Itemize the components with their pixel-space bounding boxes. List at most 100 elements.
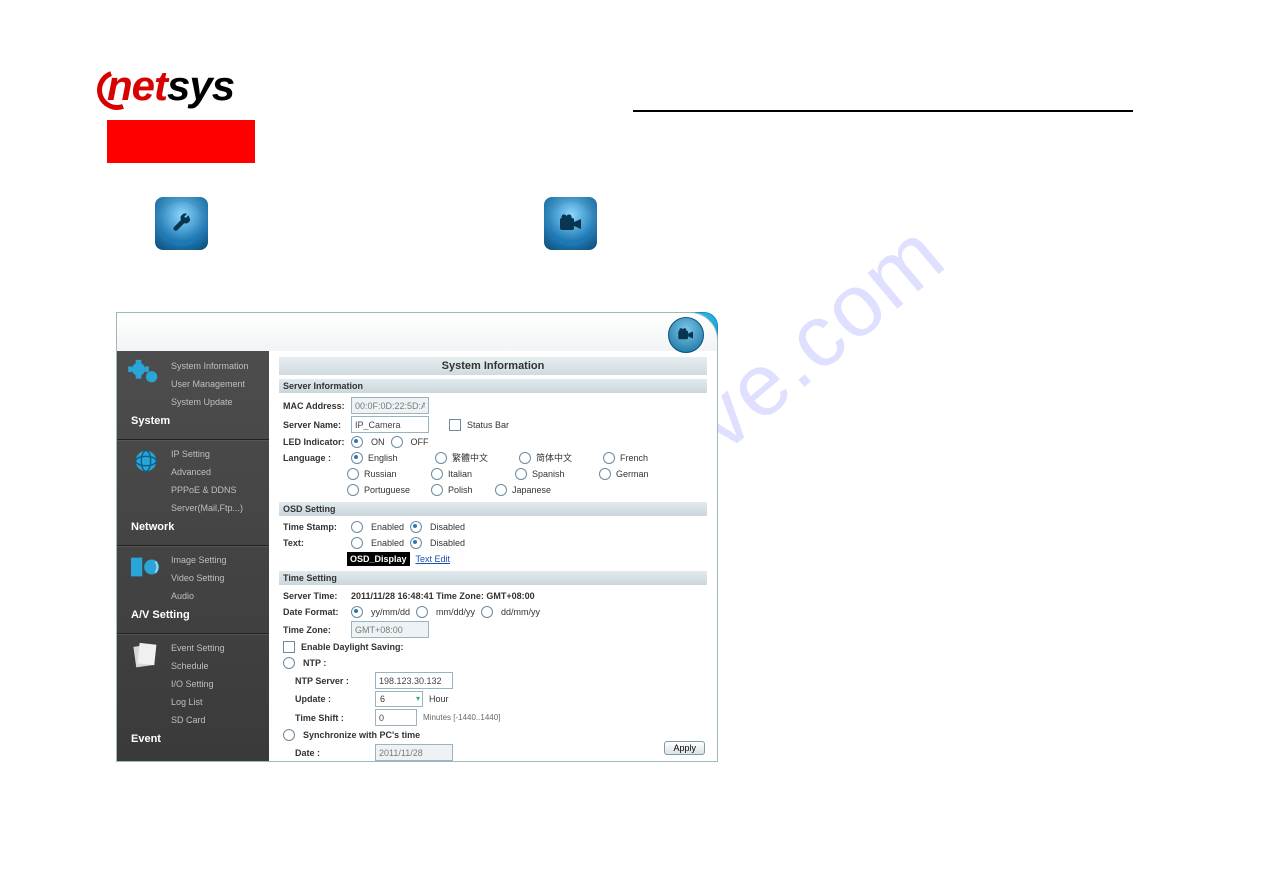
language-label: Language : [283,451,345,465]
update-label: Update : [283,692,369,706]
time-shift-label: Time Shift : [283,711,369,725]
sidebar-item-system-information[interactable]: System Information [165,357,255,375]
led-on-label: ON [371,435,385,449]
live-camera-icon [677,328,695,342]
wrench-icon [171,213,193,235]
osdtext-disabled-radio[interactable] [410,537,422,549]
timestamp-enabled-label: Enabled [371,520,404,534]
live-view-button[interactable] [668,317,704,353]
time-shift-input[interactable] [375,709,417,726]
text-edit-link[interactable]: Text Edit [416,552,451,566]
timezone-label: Time Zone: [283,623,345,637]
sync-pc-radio[interactable] [283,729,295,741]
sidebar-item-audio[interactable]: Audio [165,587,233,605]
red-block [107,120,255,163]
timezone-field[interactable] [351,621,429,638]
logo-net: net [107,62,167,110]
lang-trad-chinese-label: 繁體中文 [452,451,488,465]
server-time-label: Server Time: [283,589,345,603]
documents-icon [127,640,165,670]
lang-japanese-label: Japanese [512,483,551,497]
server-name-label: Server Name: [283,418,345,432]
sync-pc-label: Synchronize with PC's time [303,728,420,742]
fmt-dd-label: dd/mm/yy [501,605,540,619]
update-unit: Hour [429,692,449,706]
header-divider [633,110,1133,112]
sidebar-item-ip-setting[interactable]: IP Setting [165,445,249,463]
ntp-server-input[interactable] [375,672,453,689]
content-area: System Information Server Information MA… [269,351,717,761]
update-select[interactable]: 6 [375,691,423,707]
globe-icon [127,446,165,476]
osdtext-disabled-label: Disabled [430,536,465,550]
sync-date-field [375,744,453,761]
osd-text-label: Text: [283,536,345,550]
settings-tool-icon [155,197,208,250]
lang-english-label: English [368,451,398,465]
lang-italian-label: Italian [448,467,472,481]
lang-english-radio[interactable] [351,452,363,464]
fmt-mm-radio[interactable] [416,606,428,618]
section-time-setting: Time Setting [279,571,707,585]
apply-button[interactable]: Apply [664,741,705,755]
lang-russian-radio[interactable] [347,468,359,480]
mac-label: MAC Address: [283,399,345,413]
sidebar-item-io-setting[interactable]: I/O Setting [165,675,231,693]
sidebar-cat-event: Event [117,729,269,751]
lang-polish-radio[interactable] [431,484,443,496]
osdtext-enabled-label: Enabled [371,536,404,550]
brand-logo: net sys [107,62,234,110]
led-off-radio[interactable] [391,436,403,448]
mac-address-field [351,397,429,414]
sidebar-item-sd-card[interactable]: SD Card [165,711,231,729]
led-on-radio[interactable] [351,436,363,448]
logo-text-sys: sys [167,62,234,109]
lang-japanese-radio[interactable] [495,484,507,496]
osdtext-enabled-radio[interactable] [351,537,363,549]
lang-french-radio[interactable] [603,452,615,464]
timestamp-disabled-label: Disabled [430,520,465,534]
time-shift-hint: Minutes [-1440..1440] [423,711,500,725]
sidebar-cat-network: Network [117,517,269,539]
sidebar-item-server[interactable]: Server(Mail,Ftp...) [165,499,249,517]
video-camera-icon [544,197,597,250]
timestamp-disabled-radio[interactable] [410,521,422,533]
sidebar-item-pppoe-ddns[interactable]: PPPoE & DDNS [165,481,249,499]
sidebar-item-log-list[interactable]: Log List [165,693,231,711]
admin-ui-window: System Information User Management Syste… [116,312,718,762]
camera-icon [559,214,583,234]
sidebar-item-advanced[interactable]: Advanced [165,463,249,481]
ntp-radio[interactable] [283,657,295,669]
timestamp-enabled-radio[interactable] [351,521,363,533]
sidebar-item-user-management[interactable]: User Management [165,375,255,393]
lang-simp-chinese-label: 简体中文 [536,451,572,465]
sidebar-item-video-setting[interactable]: Video Setting [165,569,233,587]
server-name-input[interactable] [351,416,429,433]
lang-german-radio[interactable] [599,468,611,480]
status-bar-label: Status Bar [467,418,509,432]
section-osd-setting: OSD Setting [279,502,707,516]
window-header [117,313,717,352]
sidebar-item-system-update[interactable]: System Update [165,393,255,411]
lang-simp-chinese-radio[interactable] [519,452,531,464]
lang-spanish-label: Spanish [532,467,565,481]
status-bar-checkbox[interactable] [449,419,461,431]
sidebar-item-image-setting[interactable]: Image Setting [165,551,233,569]
section-server-information: Server Information [279,379,707,393]
lang-russian-label: Russian [364,467,397,481]
ntp-server-label: NTP Server : [283,674,369,688]
lang-portuguese-radio[interactable] [347,484,359,496]
sidebar-item-schedule[interactable]: Schedule [165,657,231,675]
lang-trad-chinese-radio[interactable] [435,452,447,464]
sidebar-item-event-setting[interactable]: Event Setting [165,639,231,657]
fmt-dd-radio[interactable] [481,606,493,618]
sidebar-cat-system: System [117,411,269,433]
dst-label: Enable Daylight Saving: [301,640,404,654]
server-time-value: 2011/11/28 16:48:41 Time Zone: GMT+08:00 [351,589,535,603]
lang-polish-label: Polish [448,483,473,497]
lang-italian-radio[interactable] [431,468,443,480]
dst-checkbox[interactable] [283,641,295,653]
led-off-label: OFF [411,435,429,449]
lang-spanish-radio[interactable] [515,468,527,480]
fmt-yy-radio[interactable] [351,606,363,618]
